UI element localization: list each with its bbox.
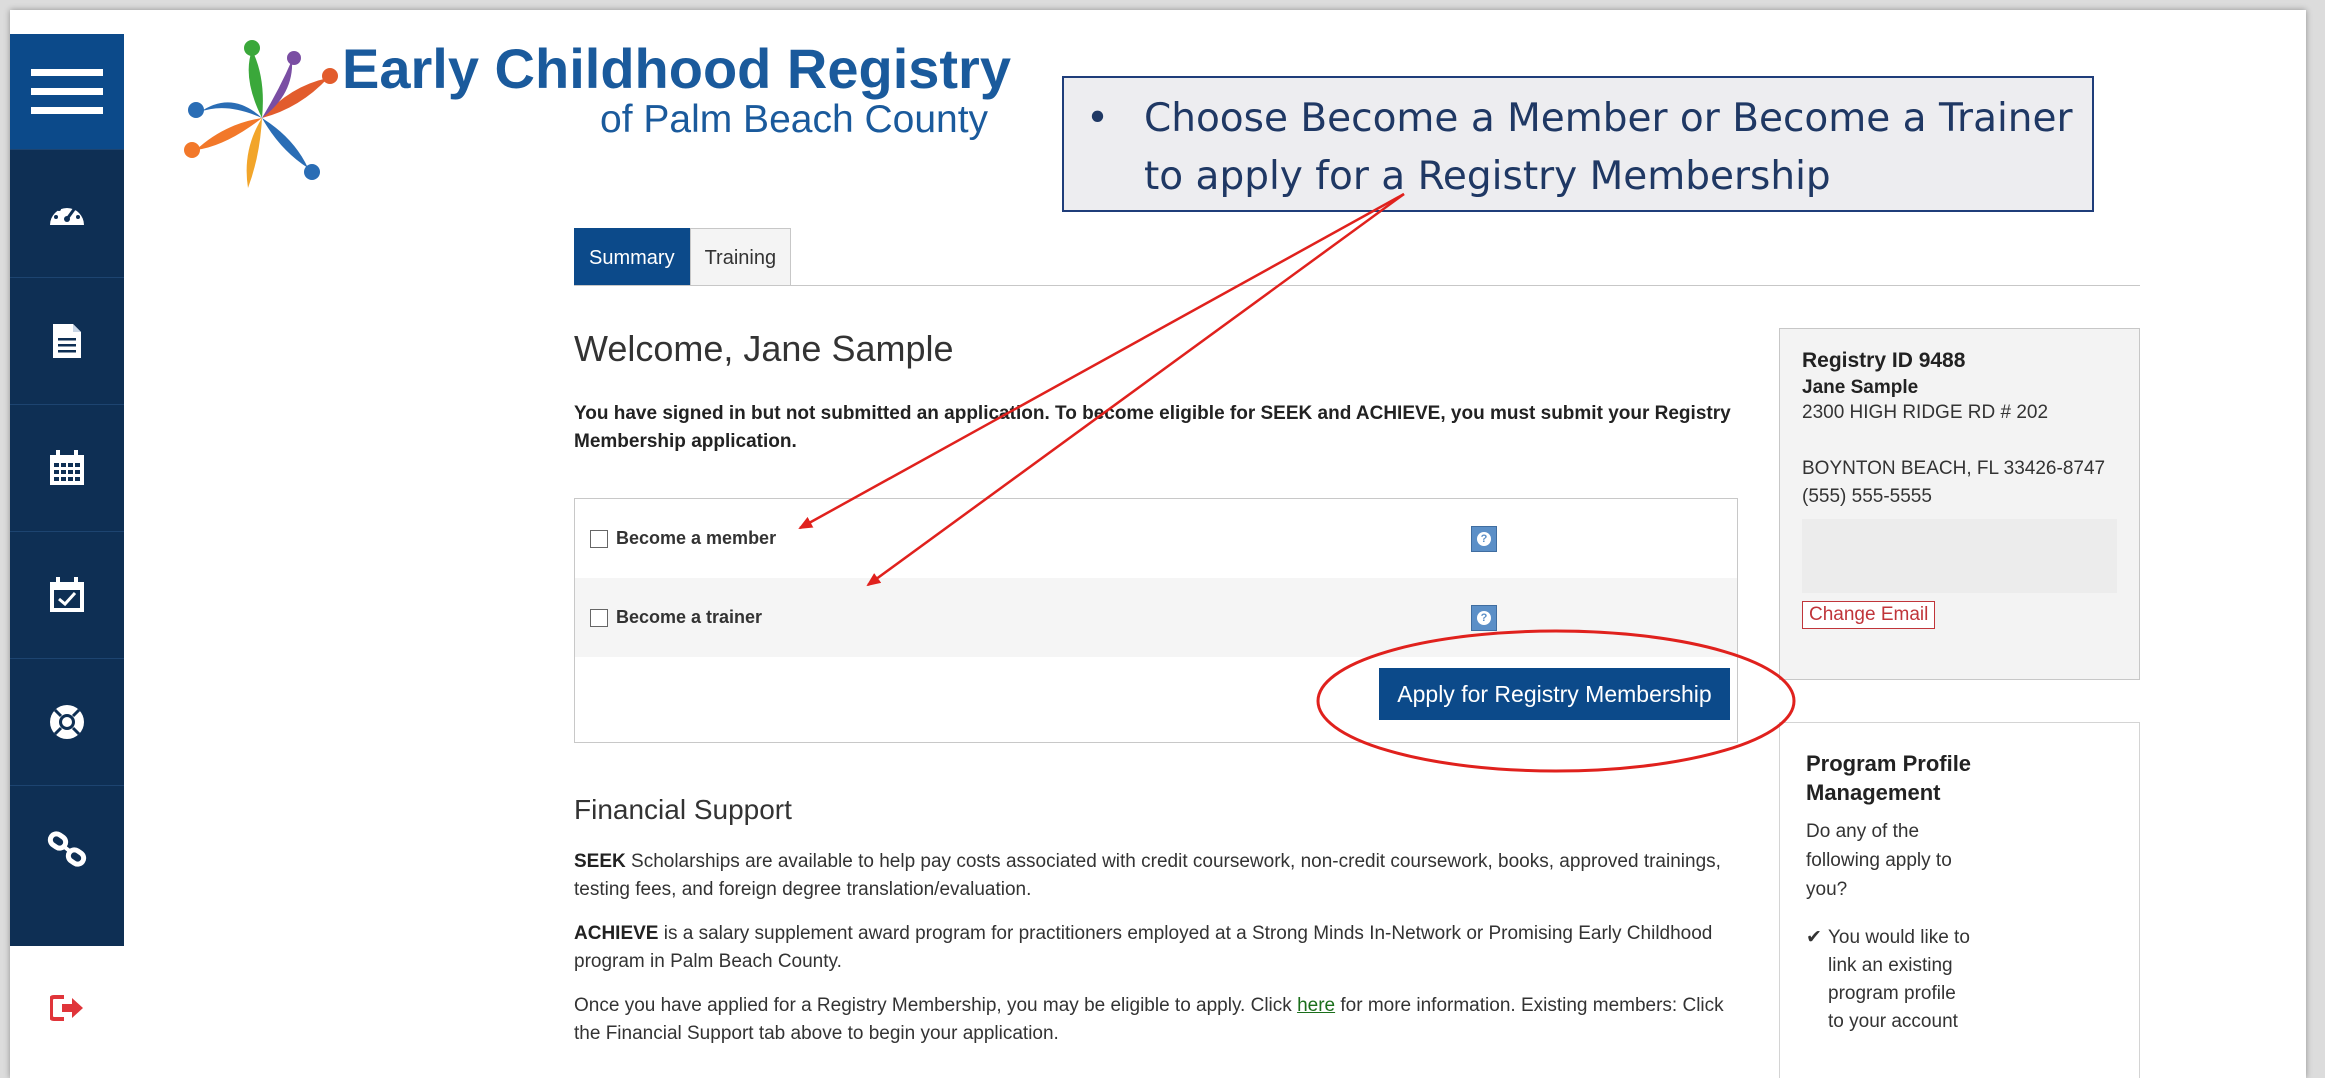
sidebar-item-documents[interactable] bbox=[10, 277, 124, 404]
change-email-button[interactable]: Change Email bbox=[1802, 601, 1936, 629]
tab-divider bbox=[574, 285, 2140, 286]
callout-text: Choose Become a Member or Become a Train… bbox=[1144, 96, 2073, 199]
program-profile-card: Program Profile Management Do any of the… bbox=[1779, 722, 2140, 1078]
member-help-button[interactable]: ? bbox=[1471, 525, 1497, 552]
apply-info-paragraph: Once you have applied for a Registry Mem… bbox=[574, 992, 1754, 1048]
achieve-text: is a salary supplement award program for… bbox=[574, 923, 1713, 972]
profile-email-placeholder bbox=[1802, 519, 2117, 593]
become-trainer-checkbox[interactable] bbox=[590, 608, 608, 627]
menu-icon bbox=[31, 68, 103, 114]
logo-subtitle: of Palm Beach County bbox=[600, 98, 989, 141]
sidebar-item-dashboard[interactable] bbox=[10, 149, 124, 277]
registry-logo-mark bbox=[184, 40, 338, 188]
calendar-icon bbox=[50, 450, 84, 485]
achieve-lead: ACHIEVE bbox=[574, 923, 659, 944]
dashboard-icon bbox=[50, 203, 84, 225]
profile-name: Jane Sample bbox=[1802, 377, 1919, 398]
sidebar-menu-button[interactable] bbox=[10, 34, 124, 149]
document-icon bbox=[53, 324, 81, 358]
tab-bar: Summary Training bbox=[574, 228, 792, 286]
sidebar-item-links[interactable] bbox=[10, 785, 124, 912]
option-row-member: Become a member ? bbox=[575, 499, 1737, 578]
page-title: Welcome, Jane Sample bbox=[574, 328, 954, 369]
financial-support-heading: Financial Support bbox=[574, 794, 792, 825]
profile-card: Registry ID 9488 Jane Sample 2300 HIGH R… bbox=[1779, 328, 2140, 680]
become-member-checkbox[interactable] bbox=[590, 529, 608, 548]
program-profile-question: Do any of the following apply to you? bbox=[1806, 821, 1952, 900]
help-icon: ? bbox=[1477, 610, 1491, 625]
sidebar-item-calendar-check[interactable] bbox=[10, 531, 124, 658]
application-notice: You have signed in but not submitted an … bbox=[574, 403, 1731, 452]
tutorial-callout: • Choose Become a Member or Become a Tra… bbox=[1062, 76, 2094, 212]
program-profile-item: ✔ You would like to link an existing pro… bbox=[1806, 924, 1976, 1036]
seek-text: Scholarships are available to help pay c… bbox=[574, 851, 1721, 900]
logout-icon bbox=[50, 995, 83, 1021]
become-member-label[interactable]: Become a member bbox=[616, 528, 776, 549]
registry-id: Registry ID 9488 bbox=[1802, 349, 1966, 372]
tab-summary[interactable]: Summary bbox=[574, 228, 690, 286]
checkmark-icon: ✔ bbox=[1806, 927, 1822, 948]
seek-lead: SEEK bbox=[574, 851, 626, 872]
tab-training[interactable]: Training bbox=[689, 228, 792, 286]
profile-phone: (555) 555-5555 bbox=[1802, 486, 1932, 507]
membership-options-panel: Become a member ? Become a trainer ? App… bbox=[574, 498, 1738, 743]
link-icon bbox=[47, 831, 87, 867]
seek-paragraph: SEEK Scholarships are available to help … bbox=[574, 848, 1754, 904]
become-trainer-label[interactable]: Become a trainer bbox=[616, 607, 762, 628]
logout-button[interactable] bbox=[10, 968, 124, 1048]
callout-bullet: • bbox=[1086, 96, 1110, 141]
sidebar-item-calendar[interactable] bbox=[10, 404, 124, 531]
trainer-help-button[interactable]: ? bbox=[1471, 604, 1497, 631]
program-profile-title: Program Profile Management bbox=[1806, 751, 1972, 805]
profile-address: 2300 HIGH RIDGE RD # 202 bbox=[1802, 402, 2049, 423]
program-profile-item-text: You would like to link an existing progr… bbox=[1828, 927, 1970, 1032]
achieve-paragraph: ACHIEVE is a salary supplement award pro… bbox=[574, 920, 1754, 976]
apply-info-text-1: Once you have applied for a Registry Mem… bbox=[574, 995, 1298, 1016]
app-window: Early Childhood Registry of Palm Beach C… bbox=[10, 10, 2306, 1078]
apply-membership-button[interactable]: Apply for Registry Membership bbox=[1379, 668, 1730, 720]
calendar-check-icon bbox=[50, 577, 84, 612]
profile-city-state-zip: BOYNTON BEACH, FL 33426-8747 bbox=[1802, 458, 2106, 479]
sidebar-item-support[interactable] bbox=[10, 658, 124, 785]
support-lifebuoy-icon bbox=[50, 705, 84, 739]
logo-title: Early Childhood Registry bbox=[342, 37, 1011, 100]
sidebar bbox=[10, 34, 124, 946]
option-row-trainer: Become a trainer ? bbox=[575, 578, 1737, 657]
help-icon: ? bbox=[1477, 531, 1491, 546]
more-info-link[interactable]: here bbox=[1297, 995, 1335, 1016]
